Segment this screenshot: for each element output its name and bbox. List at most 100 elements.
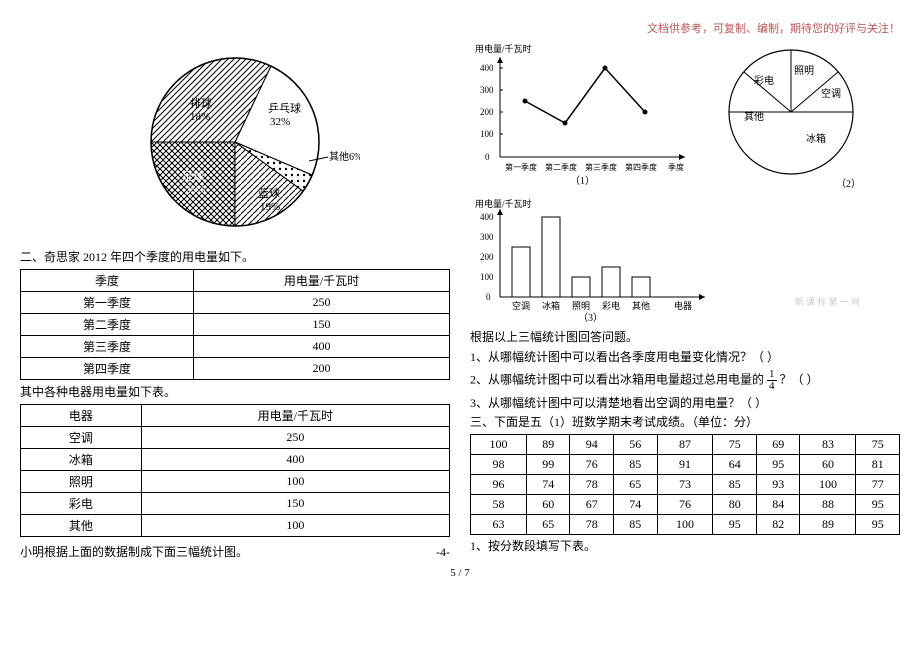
appliance-table: 电器 用电量/千瓦时 空调250 冰箱400 照明100 彩电150 其他100 [20, 404, 450, 537]
ytick: 100 [480, 129, 494, 139]
bar-chart-3: 用电量/千瓦时 0 100 200 300 400 空调 冰箱 照明 [470, 197, 730, 322]
pie2-label-other: 其他 [744, 110, 764, 123]
grade-cell: 91 [657, 455, 713, 475]
grade-cell: 93 [756, 475, 800, 495]
grade-cell: 75 [856, 435, 900, 455]
appliance-cell: 100 [141, 470, 449, 492]
grade-cell: 80 [713, 495, 757, 515]
season-cell: 250 [194, 291, 450, 313]
grade-cell: 95 [856, 495, 900, 515]
ytick: 200 [480, 107, 494, 117]
grade-cell: 82 [756, 515, 800, 535]
grade-cell: 60 [526, 495, 570, 515]
question-1: 1、从哪幅统计图中可以看出各季度用电量变化情况？（ ） [470, 349, 900, 366]
question-2: 2、从哪幅统计图中可以看出冰箱用电量超过总用电量的 1 4 ？（ ） [470, 369, 900, 392]
grade-cell: 74 [526, 475, 570, 495]
grade-cell: 56 [613, 435, 657, 455]
appliance-header-1: 用电量/千瓦时 [141, 404, 449, 426]
grade-cell: 78 [570, 515, 614, 535]
grade-cell: 96 [471, 475, 527, 495]
ytick: 0 [485, 152, 490, 162]
grade-cell: 73 [657, 475, 713, 495]
grade-cell: 69 [756, 435, 800, 455]
grade-cell: 98 [471, 455, 527, 475]
appliance-cell: 彩电 [21, 492, 142, 514]
caption-2: （2） [836, 178, 861, 190]
xtick: 第二季度 [545, 162, 577, 172]
season-cell: 第四季度 [21, 357, 194, 379]
ytick: 200 [480, 252, 494, 262]
slice-label-volleyball: 排球 [190, 96, 212, 110]
line-chart-1: 用电量/千瓦时 0 100 200 300 400 第一季度 第二 [470, 42, 700, 187]
grade-cell: 83 [800, 435, 856, 455]
grade-cell: 95 [713, 515, 757, 535]
grade-cell: 100 [471, 435, 527, 455]
slice-pct-basketball: 19% [260, 201, 280, 213]
section2-title: 二、奇思家 2012 年四个季度的用电量如下。 [20, 249, 450, 266]
bar-ylabel: 用电量/千瓦时 [475, 198, 532, 209]
page-marker-left: -4- [436, 544, 450, 561]
grade-cell: 84 [756, 495, 800, 515]
slice-pct-volleyball: 18% [190, 111, 210, 123]
season-cell: 第一季度 [21, 291, 194, 313]
season-header-0: 季度 [21, 269, 194, 291]
line-ylabel: 用电量/千瓦时 [475, 43, 532, 54]
season-cell: 400 [194, 335, 450, 357]
xtick: 其他 [632, 300, 650, 311]
xtick: 照明 [572, 301, 590, 311]
grade-cell: 76 [570, 455, 614, 475]
appliance-cell: 空调 [21, 426, 142, 448]
section3-title: 三、下面是五（1）班数学期末考试成绩。（单位：分） [470, 414, 900, 431]
grade-cell: 78 [570, 475, 614, 495]
bar-xlabel: 电器 [674, 300, 692, 311]
appliance-cell: 150 [141, 492, 449, 514]
ytick: 100 [480, 272, 494, 282]
frac-num: 1 [767, 369, 777, 381]
grade-cell: 100 [657, 515, 713, 535]
grade-cell: 76 [657, 495, 713, 515]
page-number: 5 / 7 [20, 567, 900, 579]
grade-cell: 58 [471, 495, 527, 515]
grade-cell: 65 [613, 475, 657, 495]
grade-cell: 63 [471, 515, 527, 535]
appliance-cell: 其他 [21, 514, 142, 536]
appliance-pie-chart: 照明 空调 彩电 其他 冰箱 （2） [706, 42, 881, 197]
xtick: 空调 [512, 300, 530, 311]
ytick: 400 [480, 212, 494, 222]
grade-cell: 99 [526, 455, 570, 475]
xtick: 彩电 [602, 300, 620, 311]
question-intro: 根据以上三幅统计图回答问题。 [470, 329, 900, 346]
season-table: 季度 用电量/千瓦时 第一季度250 第二季度150 第三季度400 第四季度2… [20, 269, 450, 380]
grade-cell: 75 [713, 435, 757, 455]
grade-cell: 88 [800, 495, 856, 515]
season-cell: 第三季度 [21, 335, 194, 357]
xtick: 第四季度 [625, 162, 657, 172]
grade-cell: 81 [856, 455, 900, 475]
grade-cell: 74 [613, 495, 657, 515]
grade-cell: 87 [657, 435, 713, 455]
line-xlabel: 季度 [668, 162, 684, 172]
ytick: 300 [480, 85, 494, 95]
q2-text-b: ？（ ） [780, 372, 819, 386]
q2-text-a: 2、从哪幅统计图中可以看出冰箱用电量超过总用电量的 [470, 372, 764, 386]
pie2-label-ac: 空调 [821, 87, 841, 100]
slice-pct-tabletennis: 32% [270, 116, 290, 128]
grade-cell: 94 [570, 435, 614, 455]
ytick: 400 [480, 63, 494, 73]
slice-label-other: 其他6% [329, 150, 360, 163]
slice-pct-football: 25% [185, 184, 205, 196]
caption-1: （1） [570, 175, 595, 187]
question-3: 3、从哪幅统计图中可以清楚地看出空调的用电量？（ ） [470, 395, 900, 412]
pie2-label-lighting: 照明 [794, 65, 814, 77]
question-table-1: 1、按分数段填写下表。 [470, 538, 900, 555]
appliance-cell: 冰箱 [21, 448, 142, 470]
appliance-header-0: 电器 [21, 404, 142, 426]
pie2-label-fridge: 冰箱 [806, 132, 826, 145]
watermark: 新 课 标 第 一 网 [795, 295, 860, 308]
slice-label-basketball: 篮球 [258, 186, 280, 200]
xiaoming-line: 小明根据上面的数据制成下面三幅统计图。 [20, 544, 248, 561]
grade-cell: 100 [800, 475, 856, 495]
slice-label-football: 足球 [182, 169, 204, 183]
season-cell: 第二季度 [21, 313, 194, 335]
season-cell: 150 [194, 313, 450, 335]
